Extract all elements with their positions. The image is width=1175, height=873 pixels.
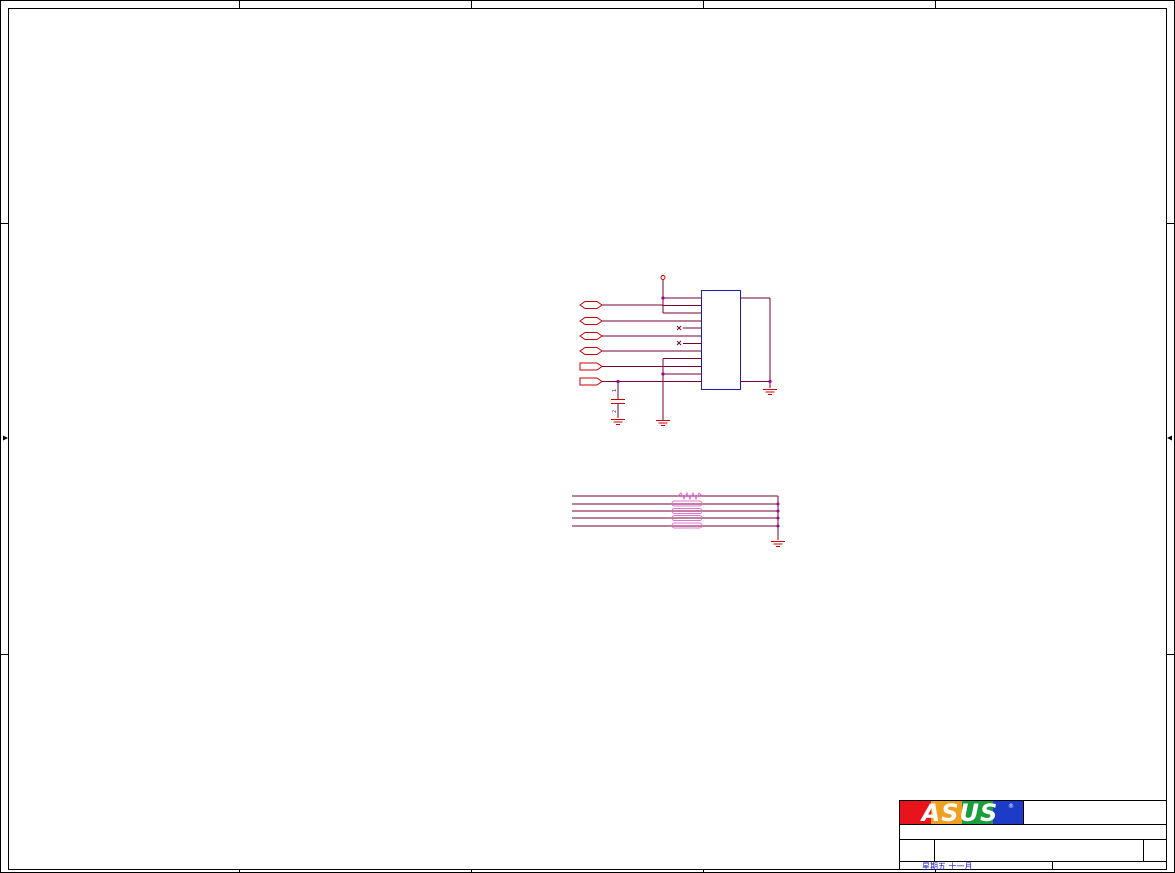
drawing-frame — [0, 0, 1175, 873]
frame-arrows — [3, 435, 1172, 441]
lower-circuit — [572, 491, 785, 547]
net-port-6 — [579, 377, 603, 386]
asus-logo-text: ASUS — [920, 799, 999, 827]
power-pin-circle — [660, 275, 666, 280]
junction-dot — [776, 516, 780, 520]
net-port-5 — [579, 362, 603, 371]
ground-symbol-chip-right — [763, 389, 777, 395]
ground-symbol-capacitor — [611, 419, 625, 425]
junction-dot — [768, 379, 772, 384]
junction-dot — [661, 296, 665, 300]
cap-pin-1-label: 1 — [612, 389, 618, 392]
net-port-2 — [579, 317, 603, 325]
junction-dot — [661, 372, 665, 376]
net-port-4 — [579, 347, 603, 355]
asus-logo: ASUS ® — [900, 799, 1023, 827]
title-block-date: 星期五 十一月 — [922, 862, 973, 871]
net-port-3 — [579, 332, 603, 340]
ground-symbol-resistor-array — [771, 541, 785, 547]
junction-dot — [616, 379, 620, 384]
schematic-sheet: 1 2 ASUS ® — [0, 0, 1175, 873]
junction-dot — [776, 509, 780, 513]
chip-body — [701, 290, 741, 390]
junction-dots — [616, 296, 772, 384]
junction-dot — [776, 524, 780, 528]
ground-symbol-chip-left — [656, 420, 670, 426]
capacitor — [611, 399, 625, 404]
upper-circuit — [579, 275, 771, 420]
cap-pin-2-label: 2 — [612, 410, 618, 413]
capacitor-pin-labels: 1 2 — [612, 389, 618, 413]
net-port-1 — [579, 301, 603, 309]
registered-mark: ® — [1008, 803, 1014, 810]
junction-dot — [776, 502, 780, 506]
